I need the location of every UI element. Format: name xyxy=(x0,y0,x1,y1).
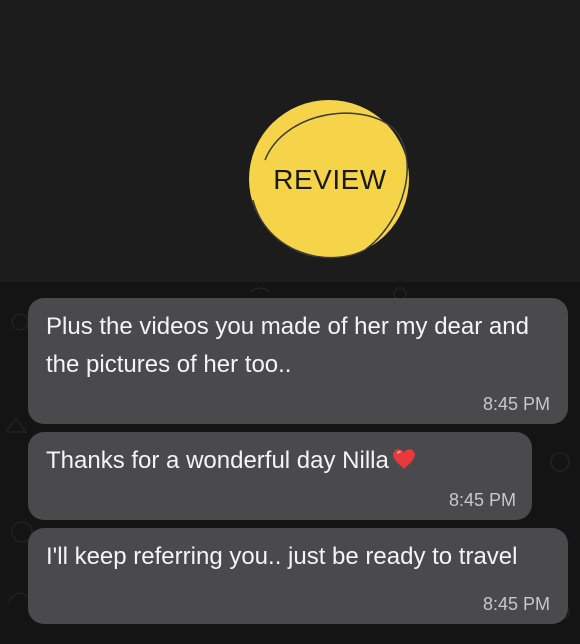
message-text-2: Thanks for a wonderful day Nilla xyxy=(46,447,389,474)
message-text-2-wrap: Thanks for a wonderful day Nilla xyxy=(46,442,526,480)
review-logo: REVIEW xyxy=(245,100,415,260)
message-time-1: 8:45 PM xyxy=(482,394,550,414)
red-heart-icon xyxy=(393,449,415,469)
message-bubble-2[interactable]: Thanks for a wonderful day Nilla 8:45 PM xyxy=(28,432,532,520)
logo-text: REVIEW xyxy=(273,164,387,195)
message-time-2: 8:45 PM xyxy=(448,490,516,510)
message-bubble-1[interactable]: Plus the videos you made of her my dear … xyxy=(28,298,568,424)
message-text-1: Plus the videos you made of her my dear … xyxy=(46,313,529,378)
message-time-3: 8:45 PM xyxy=(482,594,550,614)
message-text-3: I'll keep referring you.. just be ready … xyxy=(46,543,518,570)
message-bubble-3[interactable]: I'll keep referring you.. just be ready … xyxy=(28,528,568,624)
